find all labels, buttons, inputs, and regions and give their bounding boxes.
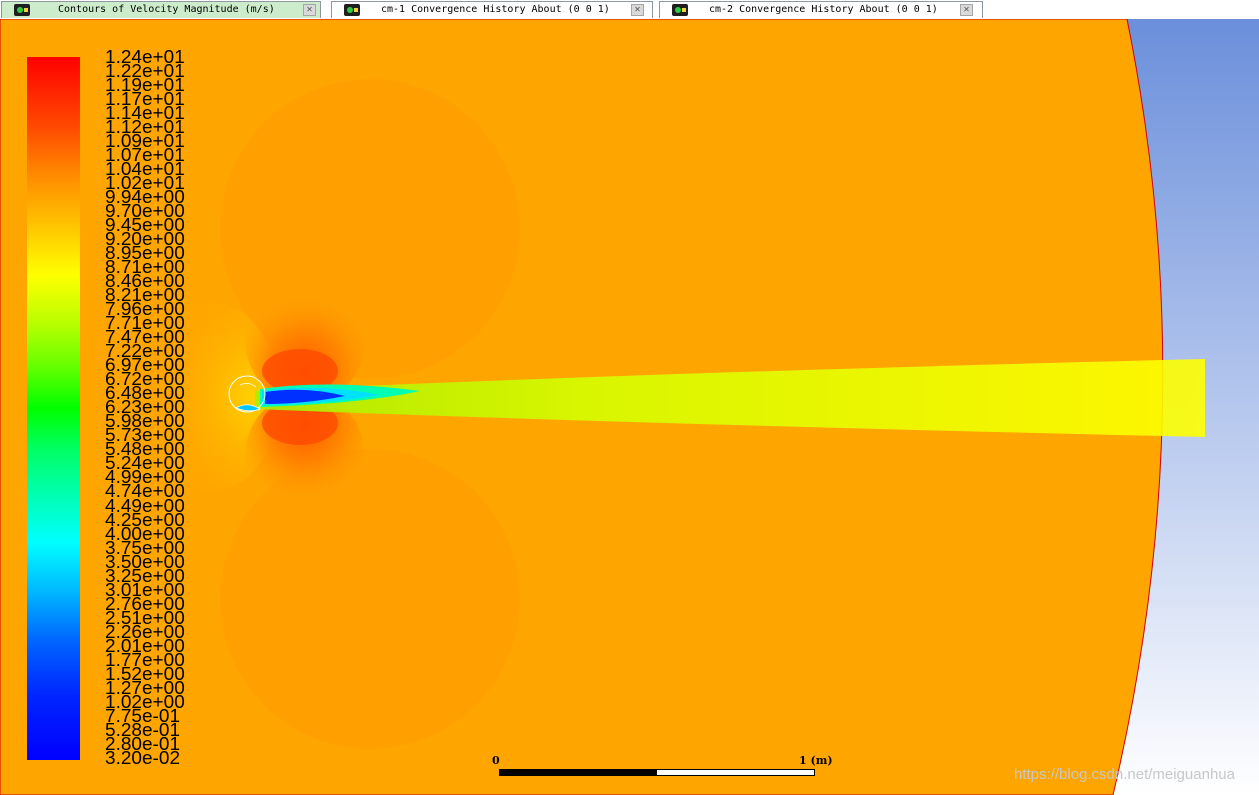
colormap-bar: [27, 57, 80, 760]
tab-label: cm-2 Convergence History About (0 0 1): [709, 4, 938, 15]
close-icon[interactable]: [631, 4, 644, 16]
scale-bar: [499, 769, 815, 776]
colormap-labels: 1.24e+01 1.22e+01 1.19e+01 1.17e+01 1.14e+01…: [105, 48, 215, 769]
graphics-window-icon: [14, 4, 30, 16]
tab-label: cm-1 Convergence History About (0 0 1): [381, 4, 610, 15]
close-icon[interactable]: [303, 4, 316, 16]
tab-label: Contours of Velocity Magnitude (m/s): [58, 4, 275, 15]
scale-bar-fill: [500, 770, 657, 775]
graphics-viewport[interactable]: 1.24e+01 1.22e+01 1.19e+01 1.17e+01 1.14e+01…: [0, 19, 1259, 795]
tab-cm2[interactable]: cm-2 Convergence History About (0 0 1): [659, 1, 983, 18]
close-icon[interactable]: [960, 4, 973, 16]
colormap-label: 3.20e-02: [105, 748, 181, 769]
tab-cm1[interactable]: cm-1 Convergence History About (0 0 1): [331, 1, 653, 18]
tab-strip: Contours of Velocity Magnitude (m/s) cm-…: [0, 0, 1259, 20]
watermark: https://blog.csdn.net/meiguanhua: [1014, 766, 1235, 783]
graphics-window-icon: [672, 4, 688, 16]
scale-end-label: 1 (m): [799, 754, 833, 767]
scale-zero-label: 0: [492, 754, 500, 767]
graphics-window-icon: [344, 4, 360, 16]
tab-contours[interactable]: Contours of Velocity Magnitude (m/s): [1, 1, 321, 18]
